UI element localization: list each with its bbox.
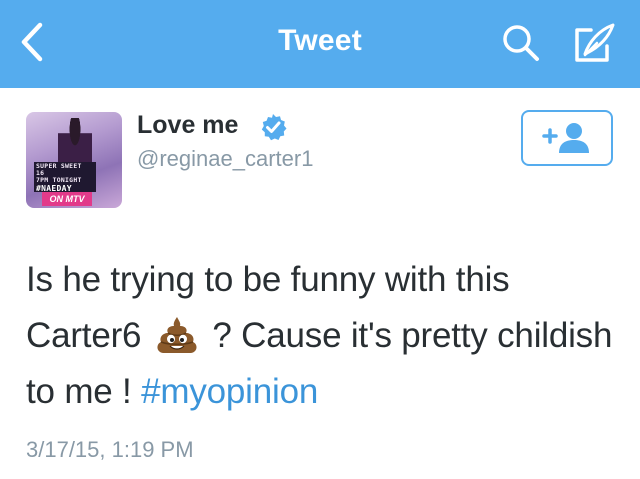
search-icon: [503, 25, 539, 61]
hashtag-link[interactable]: #myopinion: [141, 372, 318, 411]
pile-of-poo-icon: [157, 317, 197, 353]
avatar-banner-footer: ON MTV: [42, 192, 92, 206]
user-handle[interactable]: @reginae_carter1: [137, 146, 313, 172]
avatar-banner-line: SUPER SWEET 16: [36, 162, 82, 177]
user-display-name[interactable]: Love me: [137, 111, 238, 140]
compose-button[interactable]: [568, 20, 622, 66]
avatar-promo-banner: SUPER SWEET 16 7PM TONIGHT #NAEDAY: [34, 162, 96, 193]
avatar[interactable]: SUPER SWEET 16 7PM TONIGHT #NAEDAY ON MT…: [26, 112, 122, 208]
follow-button[interactable]: [521, 110, 613, 166]
add-user-icon: [542, 123, 589, 153]
top-navigation-bar: Tweet: [0, 0, 640, 88]
tweet-timestamp: 3/17/15, 1:19 PM: [26, 437, 194, 462]
tweet-body: Is he trying to be funny with this Carte…: [26, 252, 626, 420]
verified-badge-icon: [261, 114, 287, 141]
search-button[interactable]: [496, 20, 546, 66]
avatar-banner-line: 7PM TONIGHT: [36, 176, 82, 184]
compose-quill-icon: [575, 23, 615, 62]
